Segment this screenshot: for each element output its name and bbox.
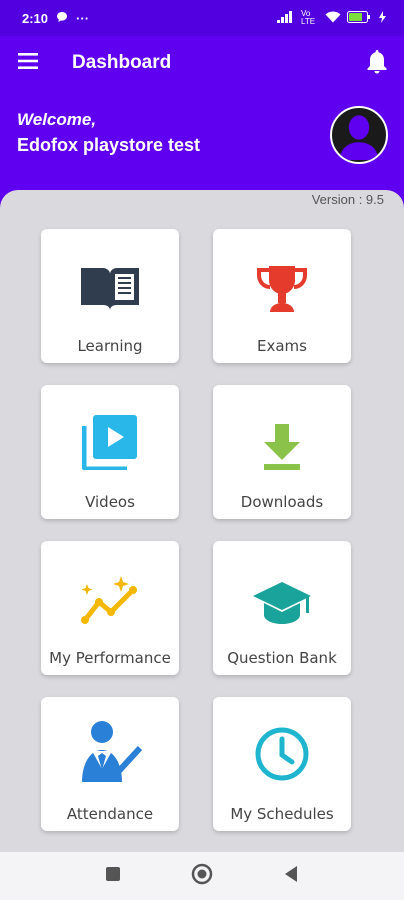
status-time: 2:10 xyxy=(22,10,49,26)
more-notifications-icon: ··· xyxy=(76,10,90,26)
menu-icon xyxy=(18,52,38,74)
tile-label: My Performance xyxy=(49,649,171,667)
attendance-icon xyxy=(78,720,143,787)
tile-label: Learning xyxy=(77,337,143,355)
welcome-label: Welcome, xyxy=(17,110,97,129)
home-circle-icon xyxy=(191,863,213,884)
tile-label: Videos xyxy=(85,493,135,511)
book-icon xyxy=(79,264,141,319)
signal-icon xyxy=(277,10,295,26)
volte-label: Vo LTE xyxy=(301,9,316,26)
square-icon xyxy=(106,866,120,881)
download-icon xyxy=(262,424,302,475)
user-name: Edofox playstore test xyxy=(17,135,201,155)
tile-attendance[interactable]: Attendance xyxy=(41,697,179,831)
tile-exams[interactable]: Exams xyxy=(213,229,351,363)
charging-icon xyxy=(379,10,386,26)
tile-question-bank[interactable]: Question Bank xyxy=(213,541,351,675)
clock-icon xyxy=(254,726,310,787)
recents-button[interactable] xyxy=(105,866,121,887)
tile-label: Downloads xyxy=(240,493,324,511)
tile-videos[interactable]: Videos xyxy=(41,385,179,519)
tile-my-performance[interactable]: My Performance xyxy=(41,541,179,675)
version-label: Version : 9.5 xyxy=(311,192,384,207)
video-library-icon xyxy=(81,414,138,475)
system-nav-bar xyxy=(0,852,404,900)
back-triangle-icon xyxy=(285,865,297,882)
tile-label: Attendance xyxy=(66,805,154,823)
tile-downloads[interactable]: Downloads xyxy=(213,385,351,519)
welcome-section: Welcome, Edofox playstore test xyxy=(0,90,404,200)
back-button[interactable] xyxy=(283,865,299,888)
home-button[interactable] xyxy=(191,863,213,890)
notifications-button[interactable] xyxy=(350,36,404,90)
avatar[interactable] xyxy=(330,106,388,164)
chat-bubble-icon xyxy=(56,11,68,26)
bell-icon xyxy=(366,48,388,79)
wifi-icon xyxy=(325,11,341,26)
tile-label: My Schedules xyxy=(230,805,334,823)
performance-icon xyxy=(79,576,141,631)
battery-icon xyxy=(347,10,373,26)
status-bar: 2:10 ··· Vo LTE xyxy=(0,0,404,36)
menu-button[interactable] xyxy=(0,36,56,90)
person-icon xyxy=(339,115,379,160)
dashboard-panel: Version : 9.5 Learning Exams Videos Down… xyxy=(0,190,404,852)
tile-label: Exams xyxy=(257,337,307,355)
tile-my-schedules[interactable]: My Schedules xyxy=(213,697,351,831)
tile-learning[interactable]: Learning xyxy=(41,229,179,363)
trophy-icon xyxy=(256,264,308,319)
tile-label: Question Bank xyxy=(227,649,337,667)
graduation-cap-icon xyxy=(251,580,313,631)
page-title: Dashboard xyxy=(72,52,172,73)
app-bar: Dashboard xyxy=(0,36,404,90)
